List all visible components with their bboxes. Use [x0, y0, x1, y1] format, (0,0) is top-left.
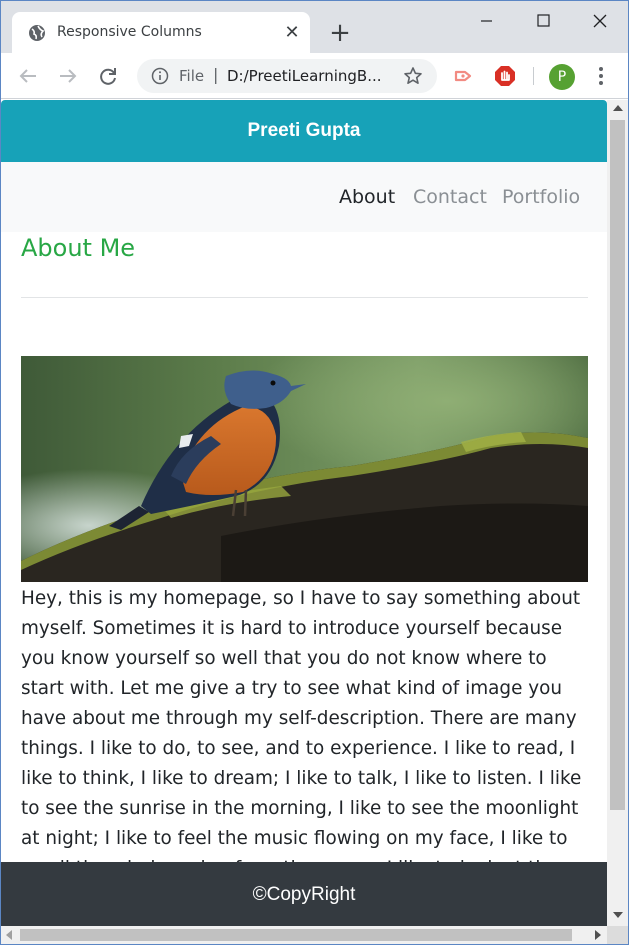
back-arrow-icon[interactable] — [16, 64, 40, 88]
browser-titlebar: Responsive Columns ✕ + — [1, 1, 628, 54]
about-heading: About Me — [21, 234, 136, 262]
info-icon[interactable] — [151, 67, 169, 85]
extension-icon[interactable] — [452, 65, 474, 87]
bird-photo — [21, 356, 588, 582]
scroll-up-arrow-icon[interactable] — [613, 105, 623, 111]
url-separator: | — [213, 65, 219, 84]
reload-icon[interactable] — [96, 64, 120, 88]
nav-link-contact[interactable]: Contact — [413, 186, 487, 208]
tab-title: Responsive Columns — [57, 24, 202, 40]
kebab-menu-icon[interactable] — [591, 65, 611, 87]
site-navbar: About Contact Portfolio — [1, 162, 607, 232]
profile-avatar[interactable]: P — [549, 64, 575, 90]
globe-icon — [29, 25, 45, 41]
vertical-scrollbar[interactable] — [607, 100, 628, 926]
close-icon[interactable] — [579, 6, 619, 36]
vertical-scroll-thumb[interactable] — [610, 120, 625, 810]
nav-link-about[interactable]: About — [339, 186, 395, 208]
section-divider — [21, 297, 588, 298]
url-scheme-label: File — [179, 67, 205, 85]
site-header: Preeti Gupta — [1, 100, 607, 162]
new-tab-icon[interactable]: + — [326, 20, 354, 48]
address-bar[interactable]: File | D:/PreetiLearningB... — [137, 59, 437, 93]
maximize-icon[interactable] — [523, 6, 563, 36]
tab-close-icon[interactable]: ✕ — [282, 23, 302, 43]
footer-copyright: ©CopyRight — [252, 884, 356, 905]
nav-link-portfolio[interactable]: Portfolio — [502, 186, 580, 208]
url-text[interactable]: D:/PreetiLearningB... — [227, 67, 382, 85]
site-footer: ©CopyRight — [1, 862, 607, 926]
page-viewport: Preeti Gupta About Contact Portfolio Abo… — [1, 100, 607, 926]
star-icon[interactable] — [403, 66, 423, 86]
forward-arrow-icon[interactable] — [56, 64, 80, 88]
adblock-icon[interactable] — [494, 65, 516, 87]
scrollbar-corner — [607, 926, 628, 944]
scroll-left-arrow-icon[interactable] — [6, 930, 12, 940]
browser-toolbar: File | D:/PreetiLearningB... P — [1, 53, 628, 99]
scroll-right-arrow-icon[interactable] — [595, 930, 601, 940]
toolbar-divider — [533, 67, 534, 85]
horizontal-scroll-thumb[interactable] — [20, 929, 572, 941]
scroll-down-arrow-icon[interactable] — [613, 912, 623, 918]
horizontal-scrollbar[interactable] — [1, 926, 607, 944]
site-title: Preeti Gupta — [247, 120, 361, 141]
minimize-icon[interactable] — [466, 6, 506, 36]
browser-tab[interactable]: Responsive Columns ✕ — [12, 12, 310, 54]
